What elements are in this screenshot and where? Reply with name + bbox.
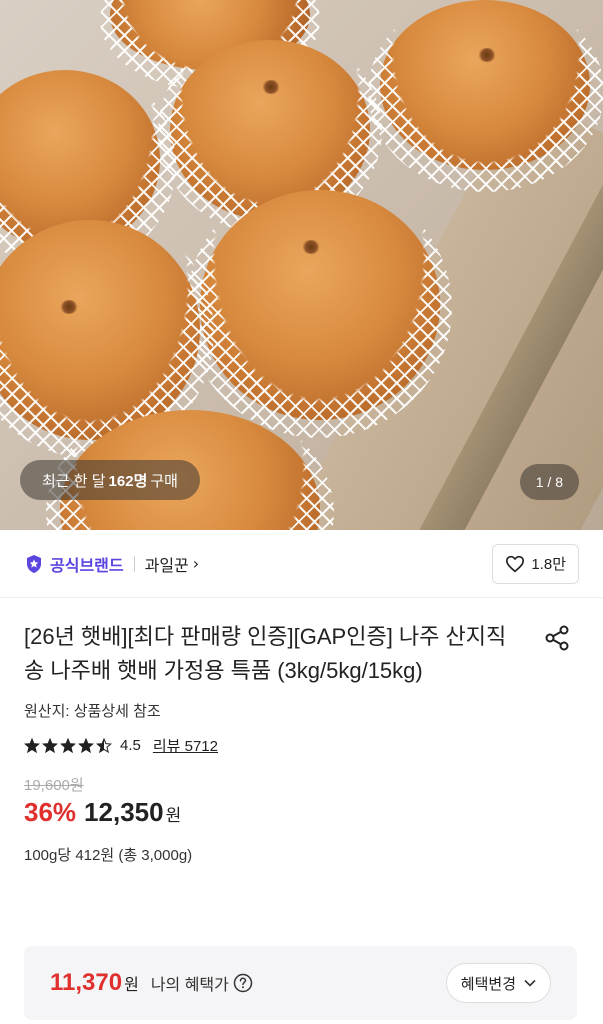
store-link[interactable]: 과일꾼 › bbox=[145, 552, 200, 576]
discount-rate: 36% bbox=[24, 797, 77, 827]
benefit-price-unit: 원 bbox=[124, 977, 139, 994]
pear-dimple bbox=[302, 240, 320, 254]
chevron-right-icon: › bbox=[192, 554, 200, 573]
benefit-label: 나의 혜택가 bbox=[150, 977, 229, 994]
official-brand-badge: 공식브랜드 bbox=[24, 552, 124, 576]
unit-price: 100g당 412원 (총 3,000g) bbox=[24, 847, 193, 864]
recent-purchase-badge: 최근 한 달 162명 구매 bbox=[20, 460, 200, 500]
rating-stars bbox=[24, 737, 112, 754]
pear-dimple bbox=[478, 48, 496, 62]
chevron-down-icon bbox=[524, 979, 536, 987]
store-name: 과일꾼 bbox=[144, 557, 189, 575]
brand-row: 공식브랜드 과일꾼 › 1.8만 bbox=[0, 530, 603, 598]
change-benefit-label: 혜택변경 bbox=[460, 975, 516, 993]
official-brand-label: 공식브랜드 bbox=[50, 557, 124, 575]
original-price: 19,600원 bbox=[24, 777, 84, 794]
star-icon bbox=[78, 737, 94, 753]
star-icon bbox=[24, 737, 40, 753]
help-icon[interactable] bbox=[233, 973, 253, 993]
star-icon bbox=[96, 737, 112, 753]
purchase-count: 162명 bbox=[108, 472, 148, 490]
product-title: [26년 햇배][최다 판매량 인증][GAP인증] 나주 산지직송 나주배 햇… bbox=[24, 624, 507, 683]
pear-net bbox=[186, 178, 452, 438]
star-icon bbox=[42, 737, 58, 753]
image-counter: 1 / 8 bbox=[519, 464, 579, 500]
like-count: 1.8만 bbox=[531, 556, 566, 573]
purchase-suffix: 구매 bbox=[150, 472, 178, 490]
price-unit: 원 bbox=[165, 806, 182, 825]
origin-text: 원산지: 상품상세 참조 bbox=[24, 703, 161, 720]
rating-score: 4.5 bbox=[120, 737, 141, 754]
share-icon[interactable] bbox=[543, 624, 571, 652]
pear-dimple bbox=[60, 300, 78, 314]
price-row: 36% 12,350 원 bbox=[24, 797, 579, 828]
star-icon bbox=[60, 737, 76, 753]
benefit-bar: 11,370 원 나의 혜택가 혜택변경 bbox=[24, 946, 577, 1020]
divider bbox=[133, 555, 135, 572]
benefit-price: 11,370 bbox=[50, 969, 123, 996]
pear-dimple bbox=[262, 80, 280, 94]
official-badge-icon bbox=[27, 554, 41, 573]
change-benefit-button[interactable]: 혜택변경 bbox=[445, 963, 551, 1003]
like-button[interactable]: 1.8만 bbox=[492, 543, 579, 584]
sale-price: 12,350 bbox=[84, 797, 164, 827]
pear-net bbox=[368, 0, 603, 192]
product-image[interactable]: 최근 한 달 162명 구매 1 / 8 bbox=[0, 0, 603, 530]
rating-row: 4.5 리뷰 5712 bbox=[24, 735, 579, 756]
review-link[interactable]: 리뷰 5712 bbox=[153, 735, 218, 756]
product-info: [26년 햇배][최다 판매량 인증][GAP인증] 나주 산지직송 나주배 햇… bbox=[0, 598, 603, 865]
purchase-prefix: 최근 한 달 bbox=[42, 472, 106, 490]
heart-icon bbox=[506, 555, 525, 572]
